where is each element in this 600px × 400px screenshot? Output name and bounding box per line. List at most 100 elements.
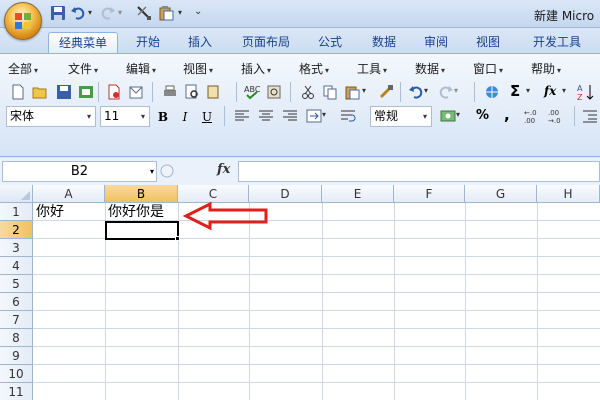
number-format-select[interactable]: 常规 ▾	[370, 106, 432, 127]
tab-page-layout[interactable]: 页面布局	[232, 32, 300, 53]
tab-classic-menu[interactable]: 经典菜单	[48, 32, 118, 53]
office-button[interactable]	[4, 2, 42, 40]
column-header-h[interactable]: H	[537, 185, 600, 203]
open-folder-icon[interactable]	[32, 84, 48, 100]
paste-icon[interactable]	[158, 5, 174, 21]
hyperlink-globe-icon[interactable]	[484, 84, 500, 100]
undo-icon[interactable]	[408, 84, 424, 100]
name-box[interactable]: B2 ▾	[2, 161, 157, 182]
align-center-icon[interactable]	[258, 108, 274, 124]
tab-data[interactable]: 数据	[362, 32, 406, 53]
spelling-icon[interactable]: ABC	[244, 84, 260, 100]
tab-review[interactable]: 审阅	[414, 32, 458, 53]
column-header-f[interactable]: F	[394, 185, 465, 203]
menu-edit[interactable]: 编辑 ▾	[126, 60, 156, 78]
row-header-1[interactable]: 1	[0, 203, 33, 221]
column-header-a[interactable]: A	[33, 185, 105, 203]
save-icon[interactable]	[50, 5, 66, 21]
row-header-5[interactable]: 5	[0, 275, 33, 293]
research-icon[interactable]	[206, 84, 222, 100]
align-left-icon[interactable]	[234, 108, 250, 124]
cell-a1[interactable]: 你好	[36, 203, 64, 221]
wrap-text-icon[interactable]	[340, 108, 356, 124]
fill-handle[interactable]	[175, 236, 180, 241]
menu-tools[interactable]: 工具 ▾	[357, 60, 387, 78]
row-header-9[interactable]: 9	[0, 347, 33, 365]
menu-view[interactable]: 视图 ▾	[183, 60, 213, 78]
currency-dropdown-icon[interactable]: ▾	[456, 110, 472, 126]
column-header-b[interactable]: B	[105, 185, 178, 203]
align-right-icon[interactable]	[282, 108, 298, 124]
row-header-4[interactable]: 4	[0, 257, 33, 275]
row-header-3[interactable]: 3	[0, 239, 33, 257]
paste-icon[interactable]	[344, 84, 360, 100]
row-header-6[interactable]: 6	[0, 293, 33, 311]
menu-format[interactable]: 格式 ▾	[299, 60, 329, 78]
menu-all[interactable]: 全部 ▾	[8, 60, 38, 78]
copy-icon[interactable]	[322, 84, 338, 100]
column-header-e[interactable]: E	[322, 185, 394, 203]
autosum-dropdown-icon[interactable]: ▾	[526, 86, 542, 102]
email-icon[interactable]	[128, 84, 144, 100]
undo-icon[interactable]	[70, 5, 86, 21]
italic-button[interactable]: I	[176, 108, 194, 126]
font-name-select[interactable]: 宋体 ▾	[6, 106, 96, 127]
redo-dropdown-icon[interactable]: ▾	[454, 86, 470, 102]
menu-data[interactable]: 数据 ▾	[415, 60, 445, 78]
menu-insert[interactable]: 插入 ▾	[241, 60, 271, 78]
row-header-10[interactable]: 10	[0, 365, 33, 383]
indent-icon[interactable]	[582, 108, 598, 124]
research-book-icon[interactable]	[266, 84, 282, 100]
bold-button[interactable]: B	[154, 108, 172, 126]
tab-insert[interactable]: 插入	[178, 32, 222, 53]
redo-icon[interactable]	[100, 5, 116, 21]
format-painter-icon[interactable]	[136, 5, 152, 21]
menu-file[interactable]: 文件 ▾	[68, 60, 98, 78]
menu-window[interactable]: 窗口 ▾	[473, 60, 503, 78]
comma-style-button[interactable]: ,	[504, 106, 520, 124]
menu-help[interactable]: 帮助 ▾	[531, 60, 561, 78]
redo-dropdown-icon[interactable]: ▾	[118, 8, 134, 24]
formula-bar-toggle-icon[interactable]	[160, 164, 174, 178]
insert-function-icon[interactable]: fx	[544, 84, 564, 100]
row-header-11[interactable]: 11	[0, 383, 33, 400]
formula-input[interactable]	[238, 161, 600, 182]
sort-ascending-icon[interactable]: AZ	[576, 82, 596, 102]
insert-function-icon[interactable]: fx	[217, 162, 230, 177]
increase-decimal-icon[interactable]: ←.0.00	[524, 108, 544, 124]
percent-style-button[interactable]: %	[476, 108, 492, 124]
font-size-select[interactable]: 11 ▾	[100, 106, 150, 127]
tab-home[interactable]: 开始	[126, 32, 170, 53]
paste-dropdown-icon[interactable]: ▾	[362, 86, 378, 102]
customize-qat-icon[interactable]: ⌄	[194, 6, 210, 22]
save-icon[interactable]	[56, 84, 72, 100]
cell-b1[interactable]: 你好你是	[108, 203, 164, 221]
gridline	[249, 203, 250, 400]
active-cell-b2[interactable]	[105, 221, 179, 240]
redo-icon[interactable]	[438, 84, 454, 100]
new-document-icon[interactable]	[10, 84, 26, 100]
format-painter-icon[interactable]	[378, 84, 394, 100]
merge-dropdown-icon[interactable]: ▾	[322, 110, 338, 126]
decrease-decimal-icon[interactable]: .00→.0	[548, 108, 568, 124]
autosum-icon[interactable]: Σ	[510, 82, 526, 100]
merge-center-icon[interactable]	[306, 108, 322, 124]
print-icon[interactable]	[162, 84, 178, 100]
tab-formulas[interactable]: 公式	[308, 32, 352, 53]
paste-dropdown-icon[interactable]: ▾	[178, 8, 194, 24]
spreadsheet-grid[interactable]: A B C D E F G H 1 2 3 4 5 6 7 8 9 10 11 …	[0, 185, 600, 400]
column-header-g[interactable]: G	[465, 185, 537, 203]
tab-developer[interactable]: 开发工具	[522, 32, 592, 53]
select-all-corner[interactable]	[0, 185, 33, 203]
print-preview-icon[interactable]	[184, 84, 200, 100]
row-header-2[interactable]: 2	[0, 221, 33, 239]
row-header-8[interactable]: 8	[0, 329, 33, 347]
cut-icon[interactable]	[300, 84, 316, 100]
gridline	[33, 310, 600, 311]
tab-view[interactable]: 视图	[466, 32, 510, 53]
print-preview-pdf-icon[interactable]	[106, 84, 122, 100]
underline-button[interactable]: U	[198, 108, 216, 126]
currency-icon[interactable]	[440, 108, 456, 124]
permission-icon[interactable]	[78, 84, 94, 100]
row-header-7[interactable]: 7	[0, 311, 33, 329]
